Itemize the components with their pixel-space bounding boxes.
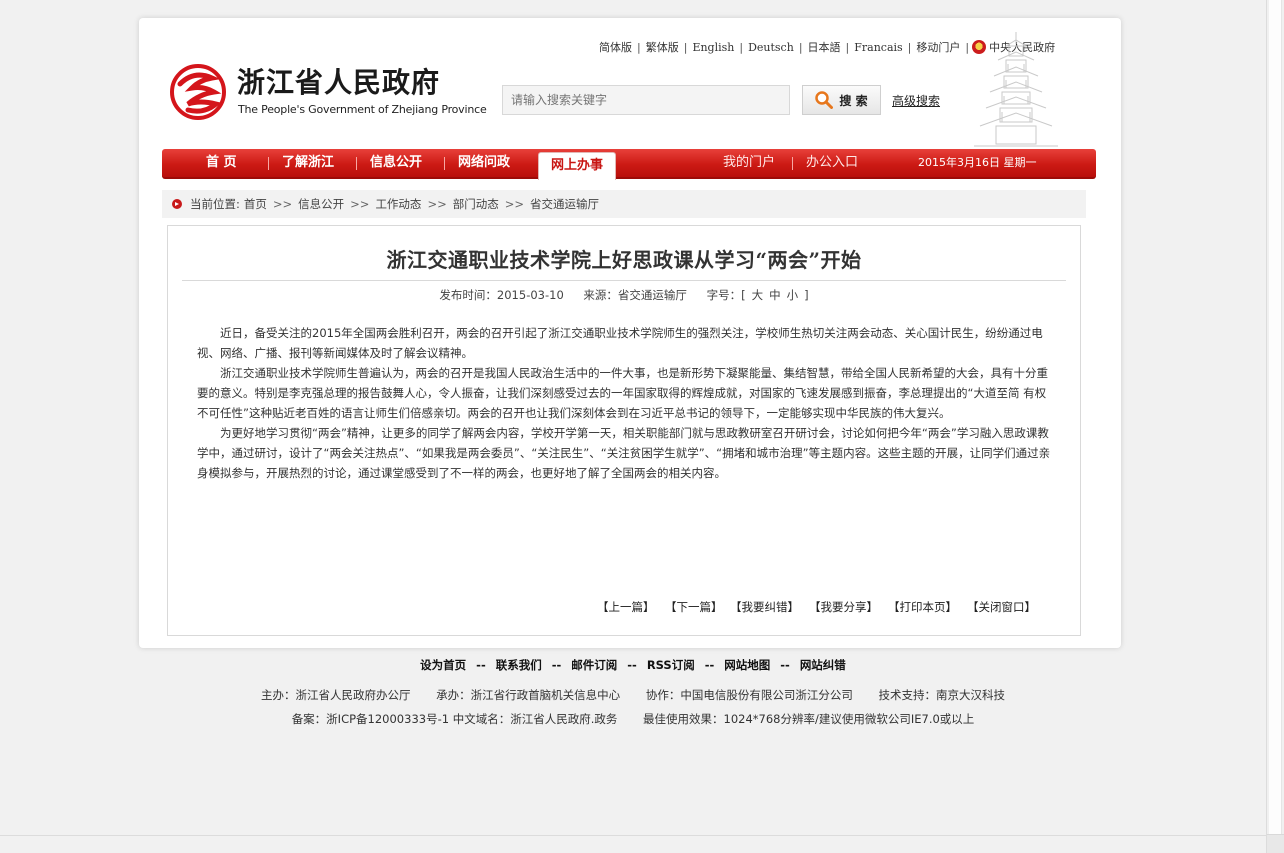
footer-email-subscribe[interactable]: 邮件订阅	[571, 658, 617, 672]
lang-french[interactable]: Francais	[849, 41, 907, 54]
report-error-link[interactable]: 【我要纠错】	[730, 599, 799, 615]
article-source: 来源：省交通运输厅	[583, 288, 687, 302]
breadcrumb-separator: >>	[504, 197, 524, 211]
article-meta: 发布时间：2015-03-10 来源：省交通运输厅 字号：[ 大中小]	[168, 287, 1080, 303]
nav-home[interactable]: 首 页	[206, 149, 237, 177]
nav-separator	[792, 157, 793, 170]
nav-date: 2015年3月16日 星期一	[918, 156, 1037, 169]
source-label: 来源：	[583, 288, 618, 302]
font-size-bracket-open: [	[741, 288, 746, 302]
footer-separator: --	[476, 658, 486, 672]
close-window-link[interactable]: 【关闭窗口】	[967, 599, 1036, 615]
breadcrumb-transport-dept[interactable]: 省交通运输厅	[530, 196, 599, 212]
vertical-scrollbar[interactable]	[1266, 0, 1284, 853]
font-size-medium[interactable]: 中	[769, 288, 781, 302]
font-size-large[interactable]: 大	[752, 288, 764, 302]
scrollbar-track[interactable]	[1269, 0, 1282, 834]
nav-about-zhejiang[interactable]: 了解浙江	[282, 149, 334, 177]
scrollbar-corner	[1267, 835, 1284, 853]
article-container: 浙江交通职业技术学院上好思政课从学习“两会”开始 发布时间：2015-03-10…	[167, 225, 1081, 636]
publish-time: 发布时间：2015-03-10	[439, 288, 563, 302]
pagoda-decoration-icon	[974, 32, 1058, 147]
footer-separator: --	[704, 658, 715, 672]
search-button[interactable]: 搜 索	[802, 85, 881, 115]
nav-online-inquiry[interactable]: 网络问政	[458, 149, 510, 177]
publish-date: 2015-03-10	[496, 288, 564, 302]
article-paragraph: 近日，备受关注的2015年全国两会胜利召开，两会的召开引起了浙江交通职业技术学院…	[197, 326, 1043, 360]
breadcrumb: 当前位置: 首页 >> 信息公开 >> 工作动态 >> 部门动态 >> 省交通运…	[162, 190, 1086, 218]
zhejiang-logo-icon[interactable]	[170, 64, 230, 120]
footer-set-homepage[interactable]: 设为首页	[420, 658, 466, 672]
footer-sponsor: 主办：浙江省人民政府办公厅	[261, 688, 411, 702]
article-title: 浙江交通职业技术学院上好思政课从学习“两会”开始	[386, 248, 862, 272]
article-paragraph: 为更好地学习贯彻“两会”精神，让更多的同学了解两会内容，学校开学第一天，相关职能…	[197, 426, 1051, 480]
nav-office-entrance[interactable]: 办公入口	[806, 149, 858, 177]
footer-sitemap[interactable]: 网站地图	[724, 658, 770, 672]
article-actions: 【上一篇】 【下一篇】 【我要纠错】 【我要分享】 【打印本页】 【关闭窗口】	[168, 599, 1080, 619]
footer-info-line1: 主办：浙江省人民政府办公厅 承办：浙江省行政首脑机关信息中心 协作：中国电信股份…	[0, 687, 1266, 703]
nav-online-services[interactable]: 网上办事	[538, 152, 616, 180]
lang-traditional[interactable]: 繁体版	[641, 39, 684, 55]
window-bottom-edge	[0, 835, 1266, 836]
print-page-link[interactable]: 【打印本页】	[888, 599, 957, 615]
footer-links: 设为首页 -- 联系我们 -- 邮件订阅 -- RSS订阅 -- 网站地图 -- 网站纠错	[0, 657, 1266, 673]
lang-separator: |	[965, 40, 970, 54]
article-body: 近日，备受关注的2015年全国两会胜利召开，两会的召开引起了浙江交通职业技术学院…	[197, 323, 1053, 483]
lang-german[interactable]: Deutsch	[743, 41, 799, 54]
font-size-small[interactable]: 小	[787, 288, 799, 302]
prev-article-link[interactable]: 【上一篇】	[597, 599, 655, 615]
brand-title[interactable]: 浙江省人民政府	[237, 61, 440, 101]
nav-separator	[268, 157, 269, 170]
next-article-link[interactable]: 【下一篇】	[665, 599, 723, 615]
lang-english[interactable]: English	[687, 41, 739, 54]
footer-collaborator: 协作：中国电信股份有限公司浙江分公司	[645, 688, 853, 702]
breadcrumb-info-disclosure[interactable]: 信息公开	[298, 196, 344, 212]
footer-separator: --	[551, 658, 562, 672]
nav-my-portal[interactable]: 我的门户	[723, 149, 775, 177]
source-value: 省交通运输厅	[617, 288, 687, 302]
nav-info-disclosure[interactable]: 信息公开	[370, 149, 422, 177]
nav-separator	[356, 157, 357, 170]
breadcrumb-bullet-icon	[172, 199, 182, 209]
search-input[interactable]	[502, 85, 790, 115]
footer-icp-record: 备案：浙ICP备12000333号-1 中文域名：浙江省人民政府.政务	[291, 712, 618, 726]
share-link[interactable]: 【我要分享】	[809, 599, 878, 615]
article-paragraph: 浙江交通职业技术学院师生普遍认为，两会的召开是我国人民政治生活中的一件大事，也是…	[197, 366, 1048, 420]
breadcrumb-home[interactable]: 首页	[244, 196, 267, 212]
footer-rss[interactable]: RSS订阅	[647, 658, 695, 672]
breadcrumb-label: 当前位置:	[190, 197, 240, 211]
search-button-label: 搜 索	[839, 93, 868, 108]
breadcrumb-dept-news[interactable]: 部门动态	[453, 196, 499, 212]
breadcrumb-separator: >>	[350, 197, 370, 211]
lang-japanese[interactable]: 日本語	[803, 39, 846, 55]
mobile-portal-link[interactable]: 移动门户	[911, 39, 965, 55]
breadcrumb-separator: >>	[427, 197, 447, 211]
footer-best-view: 最佳使用效果：1024*768分辨率/建议使用微软公司IE7.0或以上	[643, 712, 975, 726]
footer-separator: --	[780, 658, 790, 672]
footer-separator: --	[627, 658, 637, 672]
font-size-bracket-close: ]	[804, 288, 809, 302]
font-size-selector: 字号：[ 大中小]	[707, 288, 809, 302]
footer-organizer: 承办：浙江省行政首脑机关信息中心	[436, 688, 621, 702]
footer-info-line2: 备案：浙ICP备12000333号-1 中文域名：浙江省人民政府.政务 最佳使用…	[0, 711, 1266, 727]
breadcrumb-separator: >>	[272, 197, 293, 211]
search-icon	[815, 91, 834, 109]
publish-label: 发布时间：	[439, 288, 497, 302]
font-size-label: 字号：	[706, 288, 742, 302]
brand-subtitle: The People's Government of Zhejiang Prov…	[238, 103, 487, 116]
main-navbar: 首 页 了解浙江 信息公开 网络问政 网上办事 我的门户 办公入口 2015年3…	[162, 149, 1096, 180]
advanced-search-link[interactable]: 高级搜索	[892, 92, 940, 109]
lang-simplified[interactable]: 简体版	[594, 39, 637, 55]
nav-separator	[444, 157, 445, 170]
footer-contact-us[interactable]: 联系我们	[496, 658, 542, 672]
title-divider	[182, 280, 1066, 281]
breadcrumb-work-news[interactable]: 工作动态	[375, 196, 421, 212]
footer-tech-support: 技术支持：南京大汉科技	[878, 688, 1005, 702]
footer-site-error[interactable]: 网站纠错	[800, 658, 846, 672]
